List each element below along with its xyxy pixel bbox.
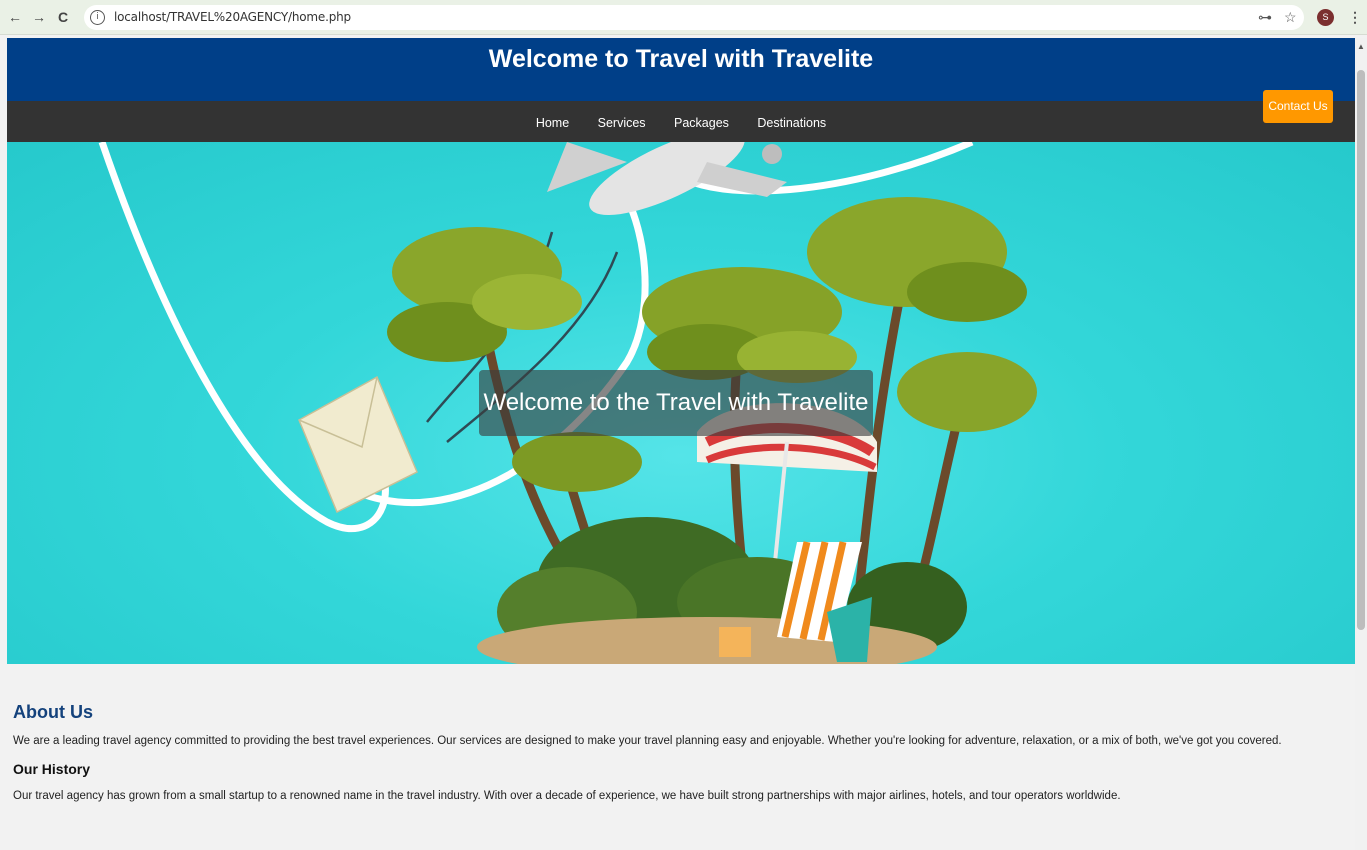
history-heading: Our History [13,761,91,777]
site-header: Welcome to Travel with Travelite [7,38,1355,101]
address-bar-url[interactable]: localhost/TRAVEL%20AGENCY/home.php [114,10,351,24]
about-heading: About Us [13,702,93,722]
history-text: Our travel agency has grown from a small… [13,790,1121,802]
envelope-image [298,375,418,514]
contact-us-button[interactable]: Contact Us [1263,90,1333,123]
scrollbar-thumb[interactable] [1357,70,1365,630]
main-nav: Home Services Packages Destinations [7,101,1355,142]
about-text: We are a leading travel agency committed… [13,735,1282,747]
back-icon[interactable]: ← [6,8,24,26]
scroll-up-icon[interactable]: ▲ [1357,42,1365,51]
site-title: Welcome to Travel with Travelite [488,45,874,73]
profile-avatar[interactable]: S [1317,9,1334,26]
web-page: Welcome to Travel with Travelite Home Se… [7,38,1355,850]
nav-link-destinations[interactable]: Destinations [757,116,826,130]
hero-caption: Welcome to the Travel with Travelite [479,370,873,436]
browser-menu-icon[interactable]: ⋮ [1348,8,1362,26]
address-bar[interactable]: i localhost/TRAVEL%20AGENCY/home.php [84,5,1304,30]
bookmark-star-icon[interactable]: ☆ [1284,8,1297,26]
password-key-icon[interactable]: ⊶ [1258,8,1272,26]
nav-link-packages[interactable]: Packages [674,116,729,130]
browser-toolbar: ← → C i localhost/TRAVEL%20AGENCY/home.p… [0,0,1367,35]
hero-banner: Welcome to the Travel with Travelite [7,142,1355,664]
airplane-image [547,142,787,215]
about-section: About Us We are a leading travel agency … [7,664,1355,802]
nav-link-home[interactable]: Home [536,116,569,130]
forward-icon[interactable]: → [30,8,48,26]
page-scrollbar[interactable]: ▲ [1355,38,1367,850]
site-info-icon[interactable]: i [90,10,105,25]
reload-icon[interactable]: C [54,8,72,26]
nav-link-services[interactable]: Services [598,116,646,130]
